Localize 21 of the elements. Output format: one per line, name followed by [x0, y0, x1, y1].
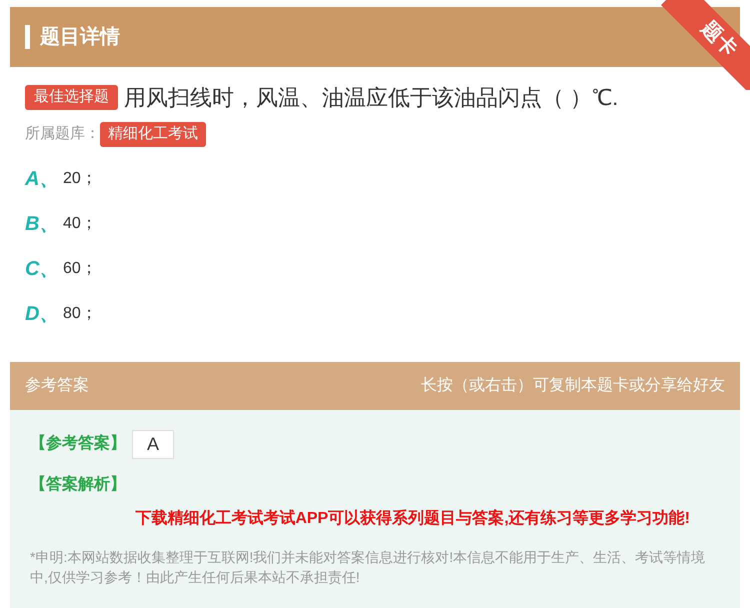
option-text: 60；: [63, 259, 97, 279]
question-text: 用风扫线时，风温、油温应低于该油品闪点（ ）℃.: [124, 84, 618, 112]
analysis-label: 【答案解析】: [30, 474, 127, 494]
option-text: 20；: [63, 169, 97, 189]
disclaimer-text: *申明:本网站数据收集整理于互联网!我们并未能对答案信息进行核对!本信息不能用于生产、生活、考试等情境中,仅供学习参考！由此产生任何后果本站不承担责任!: [30, 548, 706, 586]
answer-value: A: [132, 430, 174, 458]
header-title: 题目详情: [40, 24, 120, 50]
accent-bar: [25, 25, 30, 49]
bank-tag: 精细化工考试: [100, 122, 206, 146]
promo-text: 下载精细化工考试考试APP可以获得系列题目与答案,还有练习等更多学习功能!: [135, 508, 690, 528]
answer-bar-title: 参考答案: [25, 375, 89, 396]
answer-label: 【参考答案】: [30, 433, 126, 454]
share-hint: 长按（或右击）可复制本题卡或分享给好友: [421, 376, 725, 396]
option-letter: C、: [25, 257, 60, 282]
option-text: 40；: [63, 214, 97, 234]
option-text: 80；: [63, 304, 97, 324]
question-type-badge: 最佳选择题: [25, 85, 118, 110]
option-letter: D、: [25, 302, 60, 327]
bank-label: 所属题库：: [25, 124, 100, 144]
option-letter: A、: [25, 167, 60, 192]
option-letter: B、: [25, 212, 60, 237]
